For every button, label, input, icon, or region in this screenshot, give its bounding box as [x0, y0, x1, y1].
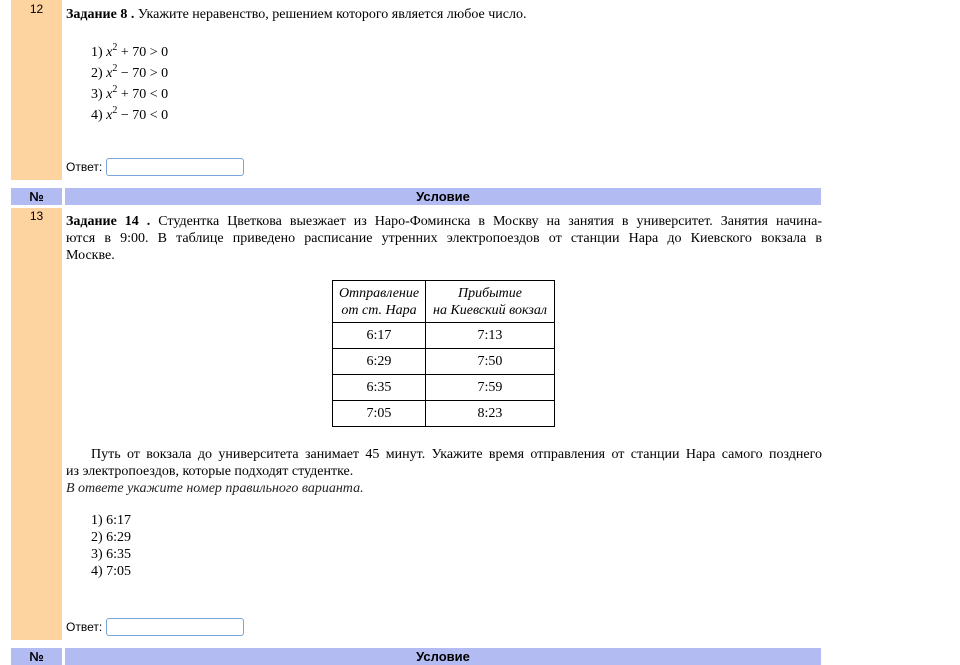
option-4: 4) 7:05: [91, 564, 132, 579]
option-2: 2) x2 − 70 > 0: [91, 63, 169, 82]
header-condition: Условие: [65, 188, 821, 205]
table-header-row: Отправление от ст. Нара Прибытие на Киев…: [332, 280, 555, 323]
task-text-line-1: Студентка Цветкова выезжает из Наро-Фоми…: [158, 214, 823, 229]
task-text: Укажите неравенство, решением которого я…: [137, 7, 527, 22]
task-text-line-3: Москве.: [66, 248, 115, 263]
answer-input[interactable]: [106, 158, 245, 176]
option-2: 2) 6:29: [91, 530, 132, 545]
task-number: 13: [29, 209, 44, 223]
option-1: 1) x2 + 70 > 0: [91, 42, 169, 61]
task-statement: Задание 14 . Студентка Цветкова выезжает…: [66, 213, 822, 230]
question-line-2: из электропоездов, которые подходят студ…: [66, 464, 354, 479]
task-number: 12: [29, 2, 44, 16]
table-header: № Условие: [11, 188, 821, 205]
option-1: 1) 6:17: [91, 513, 132, 528]
task-title: Задание 14 .: [66, 214, 151, 229]
task-number-cell: 13: [11, 208, 62, 640]
schedule-table: Отправление от ст. Нара Прибытие на Киев…: [332, 280, 555, 427]
answer-row: Ответ:: [66, 618, 245, 636]
table-row: 6:29 7:50: [332, 348, 555, 375]
table-row: 6:17 7:13: [332, 322, 555, 349]
option-4: 4) x2 − 70 < 0: [91, 105, 169, 124]
task-12-content: Задание 8 . Укажите неравенство, решение…: [66, 6, 822, 126]
table-header: № Условие: [11, 648, 821, 665]
question-line-1: Путь от вокзала до университета занимает…: [91, 447, 822, 462]
answer-label: Ответ:: [66, 620, 103, 634]
answer-label: Ответ:: [66, 160, 103, 174]
header-condition: Условие: [65, 648, 821, 665]
table-row: 7:05 8:23: [332, 400, 555, 427]
task-text-line-2: ются в 9:00. В таблице приведено расписа…: [66, 231, 822, 246]
table-row: 6:35 7:59: [332, 374, 555, 401]
task-statement: Задание 8 . Укажите неравенство, решение…: [66, 6, 822, 23]
task-title: Задание 8 .: [66, 7, 135, 22]
column-header-departure: Отправление от ст. Нара: [332, 280, 426, 323]
answer-input[interactable]: [106, 618, 245, 636]
task-number-cell: 12: [11, 0, 62, 180]
column-header-arrival: Прибытие на Киевский вокзал: [425, 280, 555, 323]
option-3: 3) 6:35: [91, 547, 132, 562]
answer-options: 1) 6:17 2) 6:29 3) 6:35 4) 7:05: [91, 512, 822, 580]
task-13-content: Задание 14 . Студентка Цветкова выезжает…: [66, 213, 822, 579]
option-3: 3) x2 + 70 < 0: [91, 84, 169, 103]
task-question: Путь от вокзала до университета занимает…: [66, 446, 822, 580]
header-number: №: [11, 188, 62, 205]
answer-options: 1) x2 + 70 > 0 2) x2 − 70 > 0 3) x2 + 70…: [91, 42, 822, 126]
instruction-text: В ответе укажите номер правильного вариа…: [66, 481, 364, 496]
header-number: №: [11, 648, 62, 665]
answer-row: Ответ:: [66, 158, 245, 176]
